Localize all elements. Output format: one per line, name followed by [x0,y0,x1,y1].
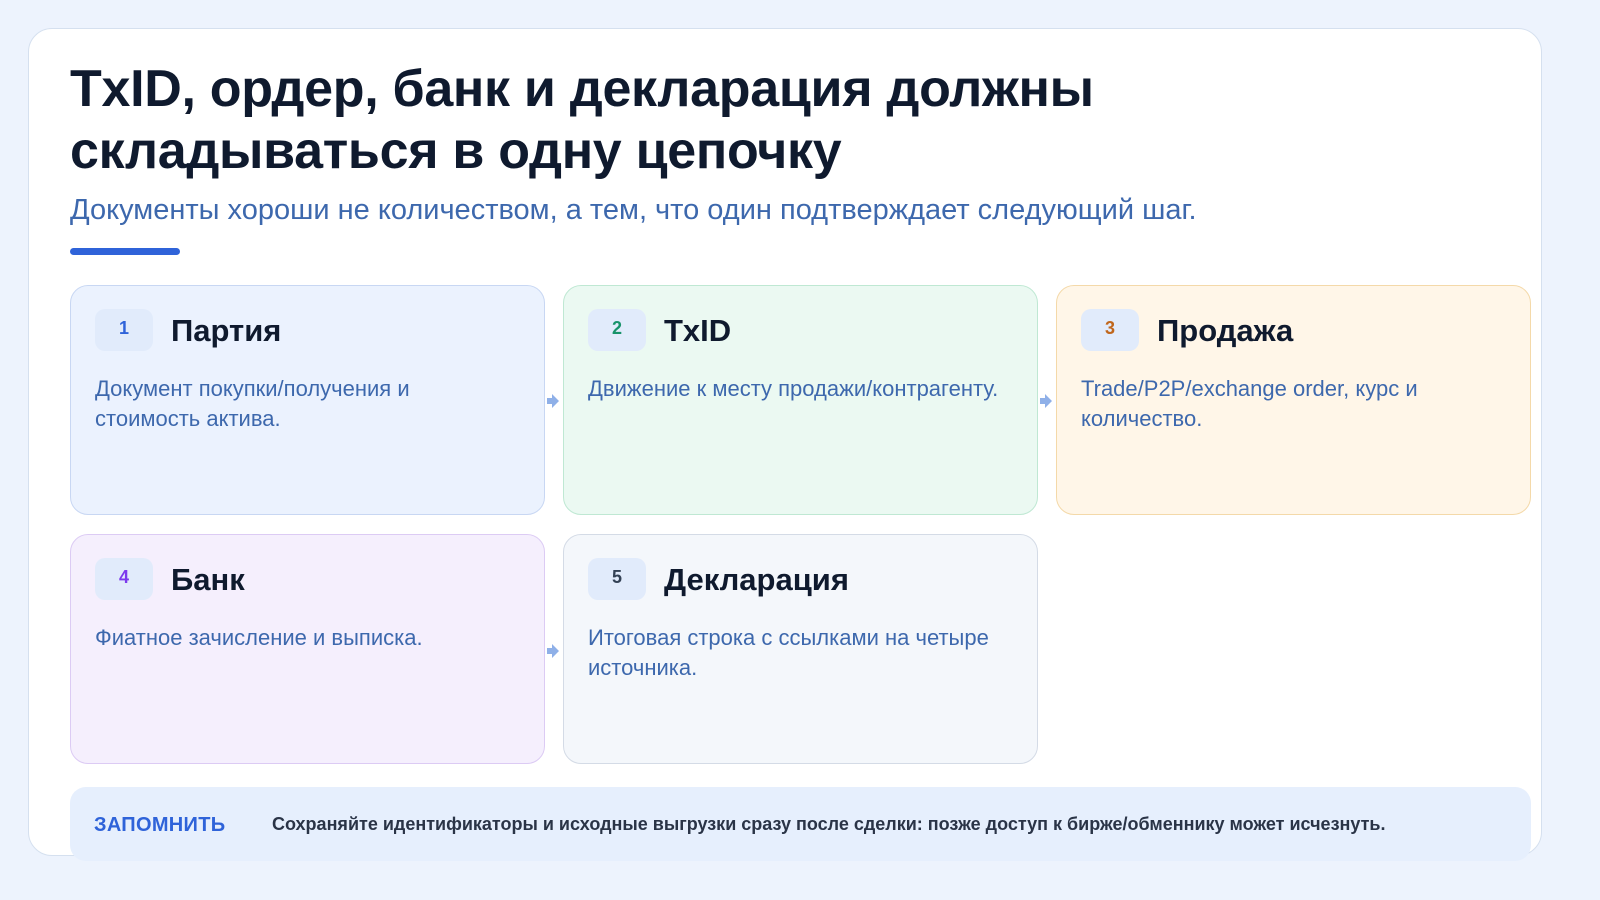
step-description: Документ покупки/получения и стоимость а… [95,376,410,431]
title-line-1: TxID, ордер, банк и декларация должны [70,60,1094,118]
arrow-right-icon [547,644,559,658]
step-description: Фиатное зачисление и выписка. [95,625,423,650]
step-title: Декларация [664,562,849,597]
step-number-badge: 3 [1081,309,1139,351]
step-card-batch: 1 Партия Документ покупки/получения и ст… [70,285,545,515]
step-card-txid: 2 TxID Движение к месту продажи/контраге… [563,285,1038,515]
note-text: Сохраняйте идентификаторы и исходные выг… [272,814,1386,834]
step-number-badge: 4 [95,558,153,600]
step-number-badge: 1 [95,309,153,351]
page-subtitle: Документы хороши не количеством, а тем, … [70,194,1197,226]
step-number-badge: 2 [588,309,646,351]
note-label: ЗАПОМНИТЬ [94,814,226,836]
step-card-bank: 4 Банк Фиатное зачисление и выписка. [70,534,545,764]
arrow-right-icon [547,394,559,408]
step-title: Банк [171,562,245,597]
remember-note: ЗАПОМНИТЬ Сохраняйте идентификаторы и ис… [70,787,1531,861]
step-card-declaration: 5 Декларация Итоговая строка с ссылками … [563,534,1038,764]
arrow-right-icon [1040,394,1052,408]
step-title: Партия [171,313,282,348]
step-number-badge: 5 [588,558,646,600]
step-description: Trade/P2P/exchange order, курс и количес… [1081,376,1418,431]
title-line-2: складываться в одну цепочку [70,122,842,180]
step-description: Движение к месту продажи/контрагенту. [588,376,999,401]
step-card-sale: 3 Продажа Trade/P2P/exchange order, курс… [1056,285,1531,515]
step-title: Продажа [1157,313,1294,348]
page-title: TxID, ордер, банк и декларация должны ск… [70,58,1370,182]
step-title: TxID [664,313,732,348]
step-description: Итоговая строка с ссылками на четыре ист… [588,625,989,680]
accent-bar [70,248,180,255]
